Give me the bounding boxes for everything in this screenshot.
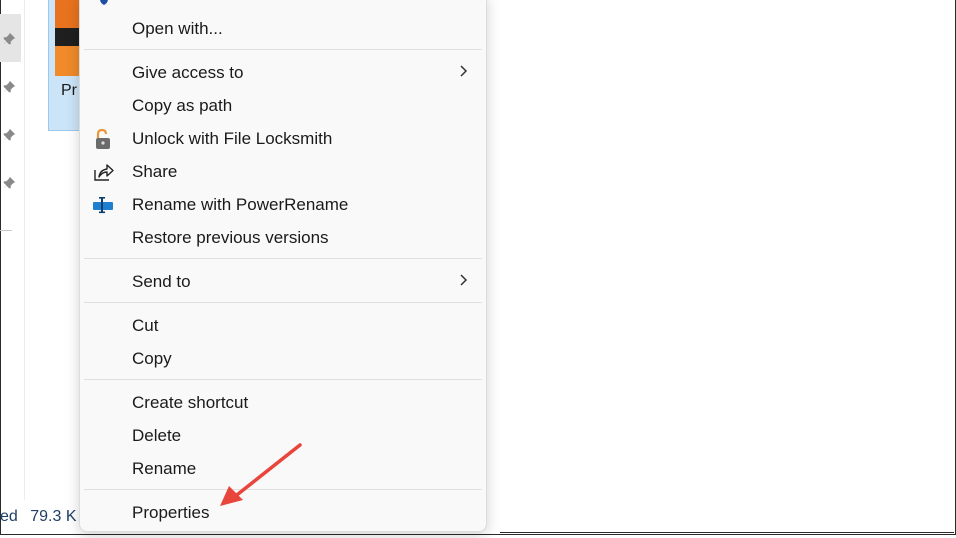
pin-icon[interactable] (2, 128, 16, 142)
menu-separator (84, 302, 482, 303)
shield-icon (98, 0, 110, 5)
menu-item-open-with[interactable]: Open with... (82, 12, 484, 45)
selected-file[interactable]: Pr (48, 0, 82, 131)
menu-item-label: Unlock with File Locksmith (132, 128, 333, 148)
menu-item-label: Copy as path (132, 95, 233, 115)
menu-item-copy-as-path[interactable]: Copy as path (82, 89, 484, 122)
pin-icon[interactable] (2, 80, 16, 94)
menu-separator (84, 258, 482, 259)
menu-item-label: Open with... (132, 18, 223, 38)
pin-icon[interactable] (2, 32, 16, 46)
menu-item-label: Cut (132, 315, 159, 335)
menu-item-label: Send to (132, 271, 191, 291)
nav-divider (0, 230, 12, 231)
navigation-pane (0, 0, 22, 230)
lock-icon (92, 128, 114, 150)
pane-divider (24, 0, 25, 500)
menu-item-label: Rename (132, 458, 197, 478)
menu-item-label: Share (132, 161, 178, 181)
chevron-right-icon (458, 64, 468, 78)
menu-item-give-access[interactable]: Give access to (82, 56, 484, 89)
menu-item-send-to[interactable]: Send to (82, 265, 484, 298)
pin-icon[interactable] (2, 176, 16, 190)
file-thumbnail-lower (55, 46, 81, 76)
menu-item-label: Restore previous versions (132, 227, 329, 247)
menu-item-restore-versions[interactable]: Restore previous versions (82, 221, 484, 254)
powerrename-icon (92, 194, 114, 216)
menu-item-label: Rename with PowerRename (132, 194, 349, 214)
menu-item-share[interactable]: Share (82, 155, 484, 188)
status-selection-text: ed (0, 508, 18, 525)
menu-item-label: Create shortcut (132, 392, 249, 412)
menu-item-label: Properties (132, 502, 210, 522)
menu-item-label: Copy (132, 348, 172, 368)
file-thumbnail-band (55, 28, 81, 46)
status-bar: ed 79.3 K (0, 508, 85, 526)
status-size-text: 79.3 K (30, 508, 77, 525)
menu-separator (84, 49, 482, 50)
menu-separator (84, 379, 482, 380)
menu-item-file-locksmith[interactable]: Unlock with File Locksmith (82, 122, 484, 155)
window-bottom-edge (500, 532, 954, 533)
menu-item-label: Give access to (132, 62, 244, 82)
menu-item-create-shortcut[interactable]: Create shortcut (82, 386, 484, 419)
annotation-arrow-icon (220, 443, 302, 506)
menu-item-cut[interactable]: Cut (82, 309, 484, 342)
menu-item-powerrename[interactable]: Rename with PowerRename (82, 188, 484, 221)
menu-item-copy[interactable]: Copy (82, 342, 484, 375)
chevron-right-icon (458, 273, 468, 287)
file-name: Pr (61, 82, 77, 99)
menu-item-label: Delete (132, 425, 182, 445)
share-icon (92, 161, 114, 183)
